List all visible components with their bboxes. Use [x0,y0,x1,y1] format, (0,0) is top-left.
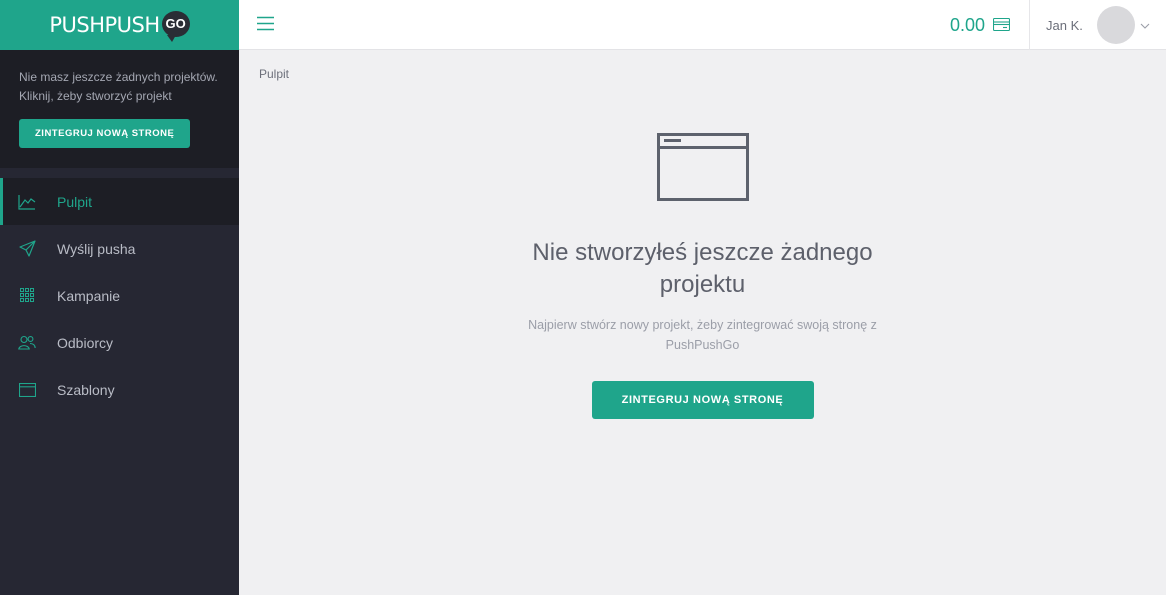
grid-icon [18,287,36,305]
avatar [1096,6,1135,44]
brand-name: PUSHPUSH [49,13,160,37]
main-content: Pulpit Nie stworzyłeś jeszcze żadnego pr… [239,51,1166,595]
users-icon [18,334,36,352]
promo-text-line2: Kliknij, żeby stworzyć projekt [19,89,172,103]
sidebar-item-pulpit[interactable]: Pulpit [0,178,239,225]
browser-window-icon [239,133,1166,203]
sidebar: PUSHPUSH GO Nie masz jeszcze żadnych pro… [0,0,239,595]
menu-icon[interactable] [257,15,274,32]
chevron-down-icon [1140,16,1150,34]
sidebar-item-szablony[interactable]: Szablony [0,366,239,413]
wallet-icon [992,15,1011,36]
empty-state-title: Nie stworzyłeś jeszcze żadnego projektu [532,239,873,298]
topbar: 0.00 Jan K. [239,0,1166,50]
template-icon [18,381,36,399]
sidebar-spacer [0,168,239,178]
empty-state: Nie stworzyłeś jeszcze żadnego projektu … [239,133,1166,419]
user-menu[interactable]: Jan K. [1030,0,1166,50]
chart-icon [18,193,36,211]
sidebar-item-label: Odbiorcy [57,334,114,351]
promo-text-line1: Nie masz jeszcze żadnych projektów. [19,70,218,84]
empty-state-subtitle: Najpierw stwórz nowy projekt, żeby zinte… [528,318,877,352]
sidebar-item-label: Wyślij pusha [57,240,136,257]
paper-plane-icon [18,240,36,258]
integrate-new-site-button[interactable]: ZINTEGRUJ NOWĄ STRONĘ [591,381,814,419]
breadcrumb: Pulpit [259,67,290,81]
no-projects-panel: Nie masz jeszcze żadnych projektów. Klik… [0,50,239,168]
sidebar-item-odbiorcy[interactable]: Odbiorcy [0,319,239,366]
balance-amount: 0.00 [949,14,985,35]
brand-badge: GO [161,11,190,42]
sidebar-integrate-button[interactable]: ZINTEGRUJ NOWĄ STRONĘ [19,119,191,148]
user-name: Jan K. [1046,17,1083,33]
sidebar-item-wyslij-pusha[interactable]: Wyślij pusha [0,225,239,272]
sidebar-item-label: Pulpit [57,193,93,210]
sidebar-item-label: Szablony [57,381,115,398]
account-balance[interactable]: 0.00 [949,0,1011,50]
sidebar-item-kampanie[interactable]: Kampanie [0,272,239,319]
sidebar-nav: Pulpit Wyślij pusha Kampanie Odbiorcy Sz… [0,178,239,413]
brand-logo[interactable]: PUSHPUSH GO [0,0,239,50]
sidebar-item-label: Kampanie [57,287,121,304]
